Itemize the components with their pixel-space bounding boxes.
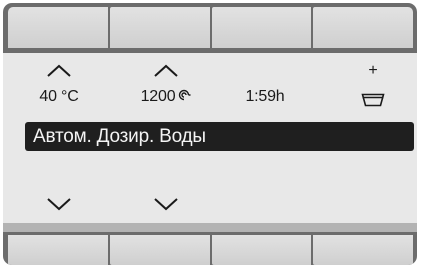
spin-down-button[interactable] [127, 197, 205, 211]
spin-speed-value: 1200 [127, 88, 205, 106]
temperature-up-button[interactable] [31, 64, 87, 78]
chevron-down-icon [154, 198, 178, 211]
bottom-key-4[interactable] [313, 235, 413, 265]
top-key-3[interactable] [211, 7, 314, 48]
spin-speed-text: 1200 [140, 88, 176, 105]
bottom-key-1[interactable] [8, 235, 110, 265]
screen-bottom-strip [3, 223, 417, 232]
top-key-2[interactable] [109, 7, 212, 48]
control-panel: 40 °C 1200 1:59h + Автом. Дозир. Воды [3, 3, 417, 265]
bottom-key-3[interactable] [211, 235, 314, 265]
temperature-value: 40 °C [39, 88, 79, 105]
detergent-tray-icon [353, 93, 393, 107]
temperature-down-button[interactable] [31, 197, 87, 211]
duration-value: 1:59h [245, 88, 285, 105]
bottom-key-2[interactable] [109, 235, 212, 265]
display-screen: 40 °C 1200 1:59h + Автом. Дозир. Воды [3, 53, 417, 223]
top-key-4[interactable] [313, 7, 413, 48]
chevron-up-icon [154, 64, 178, 77]
chevron-up-icon [47, 64, 71, 77]
spin-icon [177, 89, 191, 101]
top-key-1[interactable] [8, 7, 110, 48]
spin-up-button[interactable] [127, 64, 205, 78]
top-button-row [8, 7, 413, 48]
bottom-button-row [8, 235, 413, 265]
dose-plus-indicator: + [368, 62, 378, 79]
chevron-down-icon [47, 198, 71, 211]
program-option-bar[interactable]: Автом. Дозир. Воды [25, 122, 414, 151]
